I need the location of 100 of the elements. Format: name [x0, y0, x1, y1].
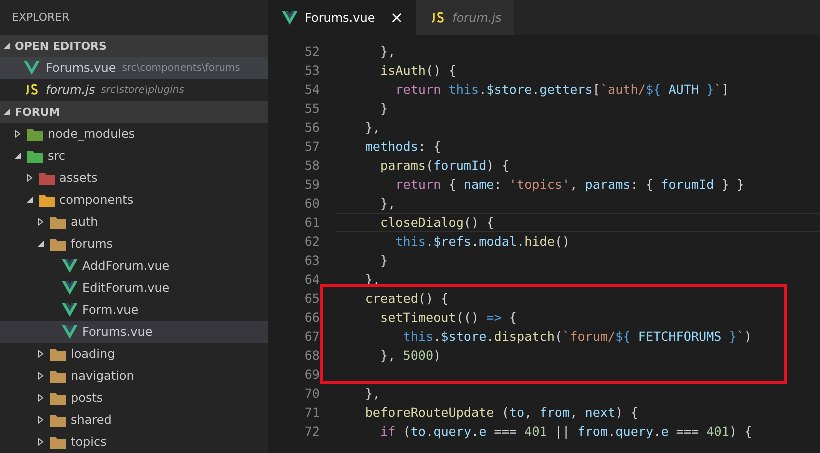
- line-number: 58: [304, 158, 320, 173]
- line-number: 57: [304, 139, 320, 154]
- expanded-arrow-icon[interactable]: [37, 240, 45, 248]
- folder-icon: [50, 370, 66, 382]
- tab-label: Forums.vue: [305, 10, 376, 24]
- tree-item-label: src: [48, 149, 66, 163]
- code-line: created() {: [364, 291, 449, 306]
- code-line: }, 5000): [379, 348, 442, 363]
- line-number: 53: [304, 63, 320, 78]
- collapsed-arrow-icon[interactable]: [37, 394, 45, 402]
- line-number: 60: [304, 196, 320, 211]
- code-line: },: [364, 386, 380, 401]
- tree-item-label: topics: [71, 435, 107, 449]
- tree-item[interactable]: src: [0, 145, 268, 167]
- line-number: 70: [304, 386, 320, 401]
- code-line: closeDialog() {: [379, 215, 494, 230]
- code-line: this.$store.dispatch(`forum/${ FETCHFORUMS }`): [402, 329, 752, 344]
- tree-item[interactable]: auth: [0, 211, 268, 233]
- line-number: 65: [304, 291, 320, 306]
- line-number: 66: [304, 310, 320, 325]
- tree-item-label: node_modules: [48, 127, 136, 141]
- line-number: 56: [304, 120, 320, 135]
- line-number: 67: [304, 329, 320, 344]
- file-name: Forums.vue: [46, 61, 116, 75]
- code-line: isAuth() {: [379, 63, 456, 78]
- open-folder-icon: [50, 238, 66, 250]
- tree-item-label: auth: [71, 215, 98, 229]
- tree-item[interactable]: Form.vue: [0, 299, 268, 321]
- collapsed-arrow-icon[interactable]: [37, 438, 45, 446]
- editor-tab[interactable]: Forums.vue ×: [268, 0, 416, 35]
- tree-item[interactable]: shared: [0, 409, 268, 431]
- line-number: 54: [304, 82, 320, 97]
- expanded-arrow-icon[interactable]: [3, 42, 11, 50]
- sidebar-title: EXPLORER: [11, 10, 71, 26]
- code-line: this.$refs.modal.hide(): [394, 234, 570, 249]
- line-number: 59: [304, 177, 320, 192]
- tree-item[interactable]: components: [0, 189, 268, 211]
- section-header[interactable]: FORUM: [0, 101, 268, 123]
- section-header[interactable]: OPEN EDITORS: [0, 35, 268, 57]
- code-line: },: [379, 196, 396, 211]
- line-number: 72: [304, 424, 320, 439]
- expanded-arrow-icon[interactable]: [14, 152, 22, 160]
- tree-item-label: assets: [60, 171, 98, 185]
- js-file-icon: [24, 84, 40, 96]
- vue-file-icon: [62, 303, 78, 317]
- code-line: },: [364, 120, 380, 135]
- editor-tab[interactable]: forum.js: [416, 0, 514, 35]
- tree-item-label: navigation: [71, 369, 134, 383]
- collapsed-arrow-icon[interactable]: [26, 174, 34, 182]
- folder-icon: [50, 436, 66, 448]
- code-line: }: [379, 101, 388, 116]
- tree-item-label: components: [60, 193, 134, 207]
- code-line: if (to.query.e === 401 || from.query.e === 401) {: [379, 424, 752, 439]
- tree-item[interactable]: EditForum.vue: [0, 277, 268, 299]
- folder-icon: [50, 216, 66, 228]
- code-line: beforeRouteUpdate (to, from, next) {: [364, 405, 638, 420]
- expanded-arrow-icon[interactable]: [3, 108, 11, 116]
- tree-item[interactable]: posts: [0, 387, 268, 409]
- open-editor-item[interactable]: Forums.vue src\components\forums: [0, 57, 268, 79]
- line-number: 55: [304, 101, 320, 116]
- expanded-arrow-icon[interactable]: [26, 196, 34, 204]
- file-path: src\components\forums: [122, 62, 240, 74]
- tree-item-label: EditForum.vue: [82, 281, 170, 295]
- open-folder-icon: [27, 150, 43, 162]
- close-icon[interactable]: ×: [390, 8, 404, 27]
- tree-item[interactable]: forums: [0, 233, 268, 255]
- tree-item-label: Forums.vue: [82, 325, 153, 339]
- file-path: src\store\plugins: [101, 84, 184, 96]
- line-number: 68: [304, 348, 320, 363]
- open-editor-item[interactable]: forum.js src\store\plugins: [0, 79, 268, 101]
- vue-file-icon: [62, 259, 78, 273]
- tree-item[interactable]: navigation: [0, 365, 268, 387]
- code-line: }: [379, 253, 388, 268]
- code-line: return this.$store.getters[`auth/${ AUTH }`]: [394, 82, 730, 97]
- tree-item[interactable]: assets: [0, 167, 268, 189]
- collapsed-arrow-icon[interactable]: [37, 218, 45, 226]
- collapsed-arrow-icon[interactable]: [37, 416, 45, 424]
- code-line: methods: {: [364, 139, 442, 154]
- tree-item[interactable]: node_modules: [0, 123, 268, 145]
- tree-item[interactable]: topics: [0, 431, 268, 453]
- line-number: 69: [304, 367, 320, 382]
- collapsed-arrow-icon[interactable]: [37, 372, 45, 380]
- collapsed-arrow-icon[interactable]: [14, 130, 22, 138]
- tree-item-label: shared: [71, 413, 112, 427]
- vue-file-icon: [282, 10, 298, 24]
- tree-item-label: forums: [71, 237, 114, 251]
- folder-icon: [27, 128, 43, 140]
- tree-item[interactable]: Forums.vue: [0, 321, 268, 343]
- open-folder-icon: [38, 194, 54, 206]
- section-title: OPEN EDITORS: [15, 40, 107, 52]
- section-title: FORUM: [15, 106, 60, 118]
- tree-item[interactable]: loading: [0, 343, 268, 365]
- code-line: },: [379, 44, 396, 59]
- tree-item-label: Form.vue: [82, 303, 139, 317]
- file-name: forum.js: [46, 83, 96, 97]
- collapsed-arrow-icon[interactable]: [37, 350, 45, 358]
- code-line: return { name: 'topics', params: { forumId } }: [394, 177, 745, 192]
- tree-item[interactable]: AddForum.vue: [0, 255, 268, 277]
- line-number: 52: [304, 44, 320, 59]
- line-number: 61: [304, 215, 320, 230]
